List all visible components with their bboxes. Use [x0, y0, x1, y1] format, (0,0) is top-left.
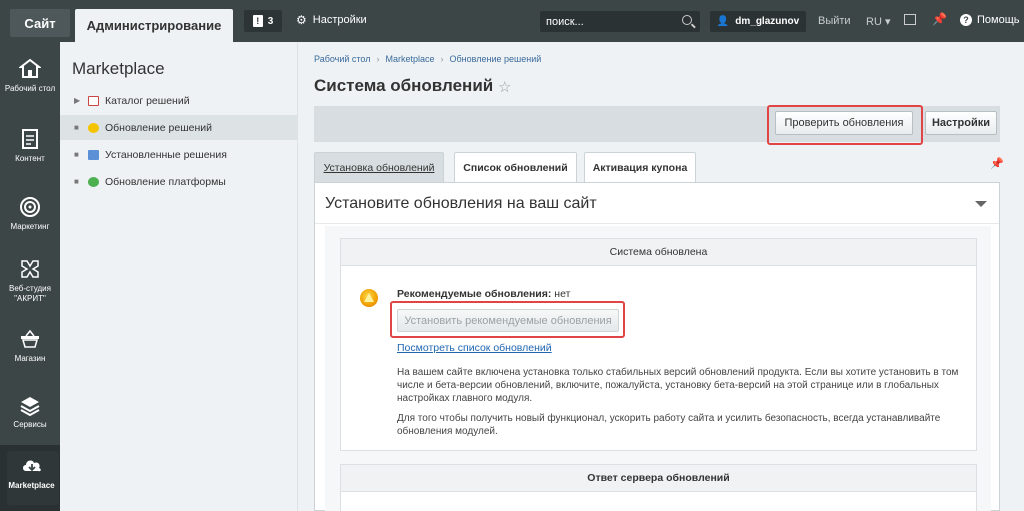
menu-item-label: Marketplace — [8, 481, 55, 490]
notification-icon: ! — [252, 15, 263, 27]
language-label: RU — [866, 16, 882, 28]
submenu-item-label: Обновление платформы — [105, 175, 226, 188]
menu-item-label: Веб-студия "АКРИТ" — [9, 284, 51, 303]
update-icon — [88, 122, 99, 133]
submenu-item-label: Установленные решения — [105, 148, 227, 161]
document-icon — [22, 129, 38, 149]
tab-bar: Установка обновлений Список обновлений А… — [314, 152, 1000, 182]
panel-heading: Установите обновления на ваш сайт — [325, 195, 597, 212]
settings-link[interactable]: ⚙ Настройки — [296, 13, 367, 27]
search-icon[interactable] — [682, 15, 692, 25]
breadcrumb: Рабочий стол › Marketplace › Обновление реше… — [314, 54, 542, 64]
menu-item-services[interactable]: Сервисы — [0, 384, 60, 450]
site-tab[interactable]: Сайт — [10, 9, 70, 37]
cloud-download-icon — [22, 460, 41, 472]
submenu-item-platform[interactable]: ■ Обновление платформы — [60, 169, 298, 194]
window-icon[interactable] — [904, 14, 916, 25]
favorite-star-icon[interactable]: ☆ — [498, 78, 511, 96]
logout-link[interactable]: Выйти — [818, 15, 851, 27]
collapse-arrow-icon[interactable] — [975, 201, 987, 207]
submenu-title: Marketplace — [72, 59, 165, 78]
admin-tab[interactable]: Администрирование — [75, 9, 233, 42]
help-link[interactable]: ? Помощь — [960, 14, 1020, 26]
bullet-icon: ■ — [74, 150, 79, 159]
home-icon — [19, 58, 41, 78]
notifications-button[interactable]: ! 3 — [244, 10, 282, 32]
language-selector[interactable]: RU ▾ — [866, 15, 890, 28]
tab-update-list[interactable]: Список обновлений — [454, 152, 577, 182]
left-main-menu: Рабочий стол Контент Маркетинг Веб-студи… — [0, 42, 60, 511]
menu-item-label: Магазин — [14, 354, 46, 363]
user-name: dm_glazunov — [735, 16, 800, 27]
basket-icon — [21, 329, 39, 348]
menu-item-label: Рабочий стол — [4, 84, 56, 93]
pin-icon[interactable]: 📌 — [932, 12, 947, 26]
search-box — [540, 11, 700, 32]
menu-item-shop[interactable]: Магазин — [0, 318, 60, 384]
catalog-icon — [88, 95, 99, 106]
recommended-updates: Рекомендуемые обновления: нет — [397, 288, 570, 300]
top-bar: Сайт Администрирование ! 3 ⚙ Настройки 👤… — [0, 0, 1024, 42]
advice-text: Для того чтобы получить новый функционал… — [397, 413, 941, 437]
menu-item-marketplace[interactable]: Marketplace — [0, 445, 60, 511]
warning-icon — [360, 289, 378, 307]
highlight-frame — [767, 105, 923, 145]
expand-arrow-icon[interactable]: ▶ — [74, 96, 84, 105]
submenu-item-label: Обновление решений — [105, 121, 213, 134]
view-updates-link[interactable]: Посмотреть список обновлений — [397, 342, 552, 354]
main-content: Рабочий стол › Marketplace › Обновление реше… — [298, 42, 1024, 511]
notifications-count: 3 — [267, 15, 274, 27]
breadcrumb-item[interactable]: Обновление решений — [450, 54, 542, 64]
page-title: Система обновлений — [314, 76, 494, 95]
menu-item-label: Контент — [15, 154, 45, 163]
help-label: Помощь — [977, 14, 1020, 26]
status-header: Система обновлена — [341, 239, 976, 266]
tab-coupon-activation[interactable]: Активация купона — [584, 152, 696, 182]
beta-info-text: На вашем сайте включена установка только… — [397, 367, 959, 404]
platform-icon — [88, 176, 99, 187]
menu-item-marketing[interactable]: Маркетинг — [0, 186, 60, 252]
breadcrumb-item[interactable]: Marketplace — [386, 54, 435, 64]
recommended-label: Рекомендуемые обновления: — [397, 288, 552, 300]
menu-item-desktop[interactable]: Рабочий стол — [0, 48, 60, 114]
menu-item-label: Маркетинг — [10, 222, 50, 231]
help-icon: ? — [960, 14, 972, 26]
submenu-item-update[interactable]: ■ Обновление решений — [60, 115, 298, 140]
settings-label: Настройки — [312, 14, 367, 26]
user-menu[interactable]: 👤 dm_glazunov — [710, 11, 806, 32]
layers-icon — [20, 397, 40, 416]
menu-item-label: Сервисы — [13, 420, 47, 429]
installed-icon — [88, 149, 99, 160]
status-box: Система обновлена Рекомендуемые обновлен… — [340, 238, 977, 451]
recommended-value: нет — [554, 288, 571, 300]
gear-icon: ⚙ — [296, 13, 307, 27]
user-icon: 👤 — [716, 16, 730, 27]
bullet-icon: ■ — [74, 123, 79, 132]
target-icon — [20, 197, 40, 217]
divider — [315, 223, 999, 224]
bullet-icon: ■ — [74, 177, 79, 186]
menu-item-content[interactable]: Контент — [0, 118, 60, 184]
tab-install-updates[interactable]: Установка обновлений — [314, 152, 444, 182]
submenu-item-label: Каталог решений — [105, 94, 190, 107]
install-panel: Установите обновления на ваш сайт Систем… — [314, 182, 1000, 511]
server-response-box: Ответ сервера обновлений — [340, 464, 977, 511]
pin-icon[interactable]: 📌 — [990, 157, 1004, 170]
search-input[interactable] — [546, 15, 676, 28]
studio-logo-icon — [21, 260, 39, 278]
marketplace-submenu: Marketplace ▶ Каталог решений ■ Обновлен… — [60, 42, 298, 511]
settings-button[interactable]: Настройки — [925, 111, 997, 135]
breadcrumb-item[interactable]: Рабочий стол — [314, 54, 371, 64]
submenu-item-catalog[interactable]: ▶ Каталог решений — [60, 88, 298, 113]
server-response-header: Ответ сервера обновлений — [341, 465, 976, 492]
submenu-item-installed[interactable]: ■ Установленные решения — [60, 142, 298, 167]
highlight-frame — [390, 301, 625, 338]
menu-item-web-studio[interactable]: Веб-студия "АКРИТ" — [0, 248, 60, 314]
panel-inner: Система обновлена Рекомендуемые обновлен… — [325, 226, 991, 511]
